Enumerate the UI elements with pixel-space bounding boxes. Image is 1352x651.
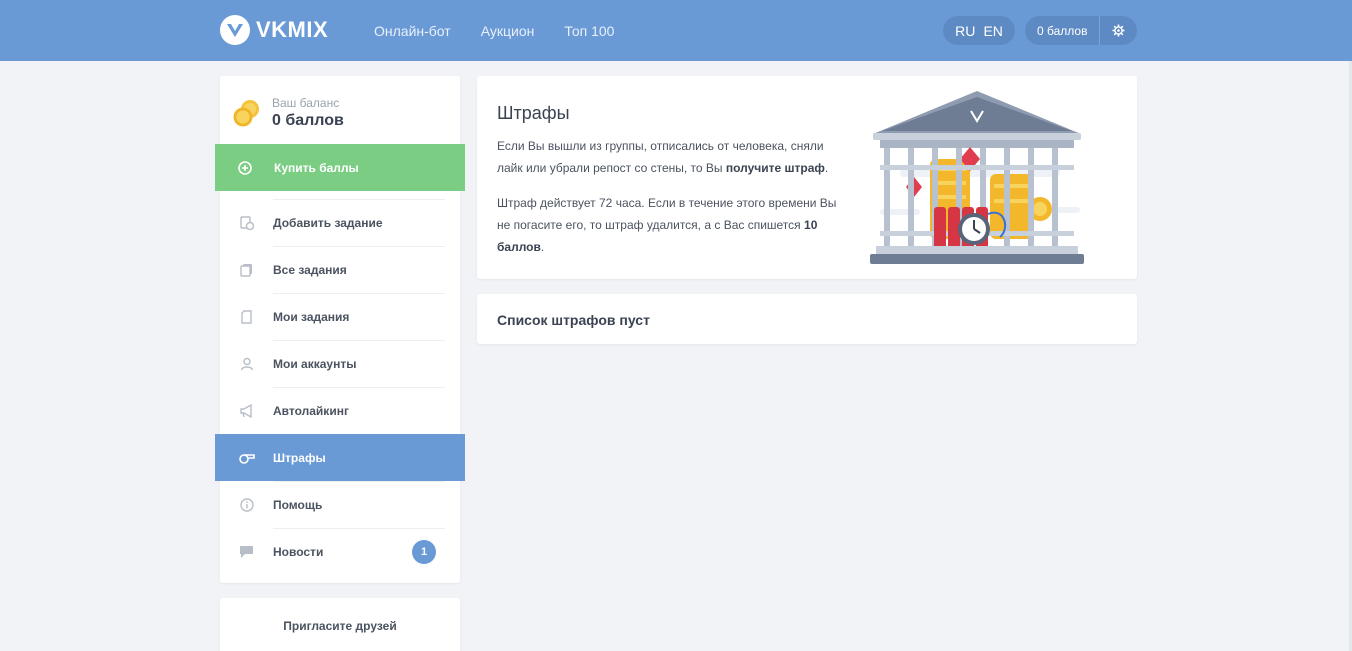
main-nav: Онлайн-бот Аукцион Топ 100: [374, 23, 614, 39]
page-title: Штрафы: [497, 103, 570, 123]
sidebar-item-label: Мои задания: [273, 309, 350, 324]
sidebar-menu: Добавить задание Все задания Мои задания…: [215, 199, 465, 575]
balance-label: Ваш баланс: [272, 96, 340, 110]
sidebar-item-my-accounts[interactable]: Мои аккаунты: [220, 340, 460, 387]
lang-en[interactable]: EN: [983, 23, 1002, 39]
sidebar-item-news[interactable]: Новости 1: [220, 528, 460, 575]
penalties-info-card: Штрафы Если Вы вышли из группы, отписали…: [477, 76, 1137, 279]
coins-icon: [232, 98, 262, 128]
invite-friends-card[interactable]: Пригласите друзей: [220, 598, 460, 651]
plus-circle-icon: [215, 160, 274, 175]
top-header: VKMIX Онлайн-бот Аукцион Топ 100 RU EN 0…: [0, 0, 1352, 61]
sidebar-item-label: Мои аккаунты: [273, 356, 357, 371]
sidebar-item-label: Все задания: [273, 262, 347, 277]
user-icon: [220, 357, 273, 371]
divider: [273, 340, 445, 341]
news-count-badge: 1: [412, 540, 436, 564]
sidebar-item-add-task[interactable]: Добавить задание: [220, 199, 460, 246]
header-balance-value[interactable]: 0 баллов: [1025, 24, 1099, 38]
penalties-list-card: Список штрафов пуст: [477, 294, 1137, 344]
invite-friends-label: Пригласите друзей: [283, 619, 397, 633]
divider: [273, 293, 445, 294]
logo-text: VKMIX: [256, 17, 329, 42]
nav-online-bot[interactable]: Онлайн-бот: [374, 23, 451, 39]
divider: [273, 528, 445, 529]
sidebar-item-label: Новости: [273, 544, 324, 559]
header-balance: 0 баллов: [1025, 16, 1137, 45]
logo[interactable]: VKMIX: [220, 15, 328, 45]
empty-list-message: Список штрафов пуст: [497, 312, 650, 328]
sidebar-item-my-tasks[interactable]: Мои задания: [220, 293, 460, 340]
whistle-icon: [220, 452, 273, 464]
buy-points-label: Купить баллы: [274, 160, 359, 175]
penalty-description-2: Штраф действует 72 часа. Если в течение …: [497, 196, 837, 254]
sidebar-item-penalties[interactable]: Штрафы: [215, 434, 465, 481]
sidebar-item-help[interactable]: Помощь: [220, 481, 460, 528]
gear-icon[interactable]: [1100, 24, 1137, 37]
divider: [273, 387, 445, 388]
my-tasks-icon: [220, 309, 273, 324]
sidebar-item-label: Автолайкинг: [273, 403, 349, 418]
divider: [273, 481, 445, 482]
megaphone-icon: [220, 403, 273, 418]
balance-value: 0 баллов: [272, 112, 344, 129]
sidebar-item-label: Добавить задание: [273, 215, 383, 230]
nav-auction[interactable]: Аукцион: [481, 23, 535, 39]
logo-icon: [220, 15, 250, 45]
all-tasks-icon: [220, 263, 273, 277]
sidebar-item-label: Штрафы: [273, 450, 326, 465]
lang-ru[interactable]: RU: [955, 23, 975, 39]
bank-vault-illustration: [870, 89, 1086, 267]
divider: [273, 246, 445, 247]
language-switch: RU EN: [943, 16, 1015, 45]
buy-points-button[interactable]: Купить баллы: [215, 144, 465, 191]
divider: [273, 199, 445, 200]
info-icon: [220, 497, 273, 512]
sidebar-item-label: Помощь: [273, 497, 323, 512]
chat-icon: [220, 545, 273, 559]
sidebar-item-all-tasks[interactable]: Все задания: [220, 246, 460, 293]
balance-box: Ваш баланс 0 баллов: [232, 96, 344, 130]
add-task-icon: [220, 215, 273, 230]
penalty-description-1: Если Вы вышли из группы, отписались от ч…: [497, 139, 829, 175]
sidebar-item-autoliking[interactable]: Автолайкинг: [220, 387, 460, 434]
nav-top100[interactable]: Топ 100: [564, 23, 614, 39]
